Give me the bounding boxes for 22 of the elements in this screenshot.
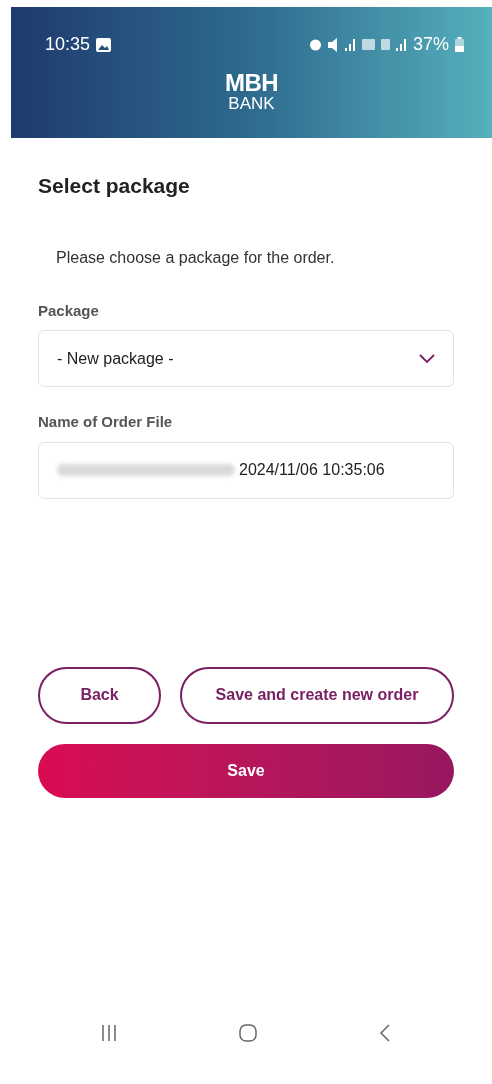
save-new-order-button[interactable]: Save and create new order [180,666,454,724]
logo-text: MBH [225,71,278,95]
mute-icon [327,37,339,52]
back-button[interactable]: Back [38,666,161,724]
logo-subtext: BANK [228,95,275,112]
chevron-down-icon [419,354,435,363]
signal-icon [344,38,356,51]
status-time: 10:35 [45,33,91,56]
image-icon [96,37,112,52]
package-dropdown[interactable]: - New package - [38,330,454,387]
battery-icon [455,37,464,52]
description-text: Please choose a package for the order. [56,247,336,268]
save-button[interactable]: Save [38,743,454,798]
battery-percent: 37% [412,33,449,56]
signal-icon [395,38,407,51]
page-title: Select package [38,173,191,199]
input-field[interactable]: 2024/11/06 10:35:06 [38,441,454,499]
home-icon[interactable] [239,1024,257,1042]
field-label: Name of Order File [38,412,174,432]
back-icon[interactable] [379,1024,391,1042]
field-label: Package [38,300,100,321]
recent-apps-icon[interactable] [101,1024,117,1042]
